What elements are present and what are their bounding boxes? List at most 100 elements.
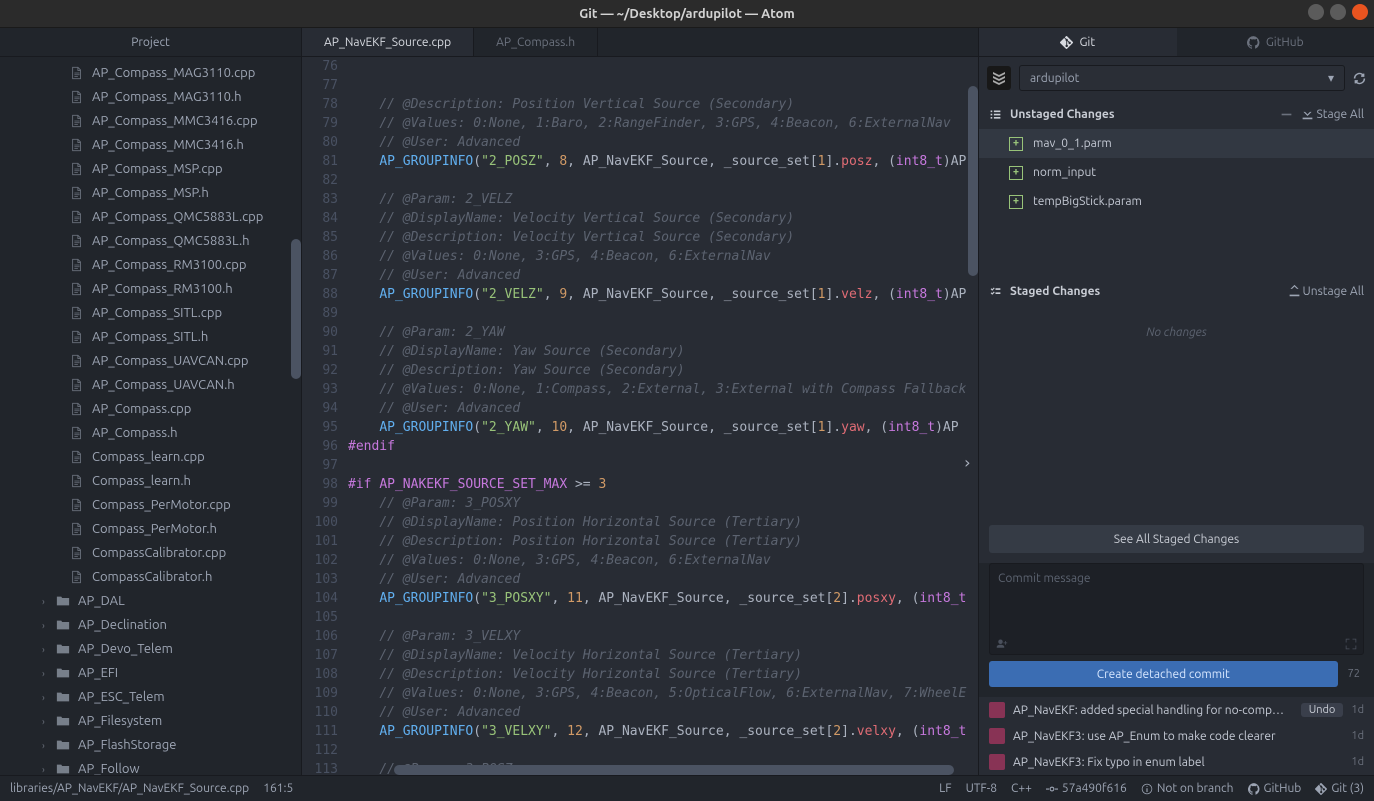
commit-age: 1d (1351, 704, 1364, 716)
recent-commit-item[interactable]: AP_NavEKF3: Fix typo in enum label1d (979, 749, 1374, 775)
add-coauthor-icon[interactable] (996, 638, 1008, 650)
minimize-button[interactable] (1308, 4, 1324, 20)
editor-tab[interactable]: AP_NavEKF_Source.cpp (302, 28, 474, 56)
tree-file-item[interactable]: Compass_PerMotor.cpp (0, 493, 301, 517)
tree-file-item[interactable]: AP_Compass_RM3100.h (0, 277, 301, 301)
tab-github[interactable]: GitHub (1177, 28, 1374, 56)
file-name: Compass_learn.cpp (92, 450, 205, 464)
tree-file-item[interactable]: AP_Compass_MAG3110.h (0, 85, 301, 109)
stage-all-button[interactable]: Stage All (1301, 107, 1364, 121)
file-tree[interactable]: AP_Compass_MAG3110.cppAP_Compass_MAG3110… (0, 57, 301, 775)
git-panel: Git GitHub ardupilot ▾ Unstaged Changes (978, 28, 1374, 775)
tree-file-item[interactable]: AP_Compass.cpp (0, 397, 301, 421)
sb-line-ending[interactable]: LF (939, 782, 951, 795)
file-icon (70, 162, 84, 176)
tree-file-item[interactable]: AP_Compass_SITL.cpp (0, 301, 301, 325)
folder-icon (56, 762, 70, 775)
editor-vertical-scrollbar[interactable] (968, 86, 978, 276)
file-name: AP_Compass_MSP.h (92, 186, 209, 200)
tree-file-item[interactable]: AP_Compass_RM3100.cpp (0, 253, 301, 277)
tree-file-item[interactable]: Compass_learn.h (0, 469, 301, 493)
sb-file-path[interactable]: libraries/AP_NavEKF/AP_NavEKF_Source.cpp (10, 782, 249, 795)
sb-language[interactable]: C++ (1011, 782, 1032, 795)
commit-message-input[interactable]: Commit message (989, 563, 1364, 655)
tree-file-item[interactable]: AP_Compass_MMC3416.cpp (0, 109, 301, 133)
folder-icon (56, 714, 70, 728)
unstaged-file[interactable]: +mav_0_1.parm (979, 129, 1374, 158)
tree-file-item[interactable]: AP_Compass_MMC3416.h (0, 133, 301, 157)
sb-commit-hash[interactable]: 57a490f616 (1046, 782, 1127, 795)
see-all-staged-button[interactable]: See All Staged Changes (989, 525, 1364, 553)
undo-button[interactable]: Undo (1301, 703, 1344, 717)
editor-horizontal-scrollbar[interactable] (394, 765, 954, 775)
tree-folder-item[interactable]: ›AP_Devo_Telem (0, 637, 301, 661)
unstage-all-button[interactable]: Unstage All (1288, 284, 1364, 298)
file-icon (70, 450, 84, 464)
commit-avatar (989, 702, 1005, 718)
tree-file-item[interactable]: AP_Compass_MSP.cpp (0, 157, 301, 181)
file-icon (70, 426, 84, 440)
file-name: AP_Compass_MMC3416.cpp (92, 114, 258, 128)
file-name: norm_input (1033, 166, 1096, 179)
file-name: AP_Compass_UAVCAN.cpp (92, 354, 249, 368)
tree-file-item[interactable]: AP_Compass_SITL.h (0, 325, 301, 349)
collapse-icon[interactable] (1280, 108, 1293, 121)
sb-cursor-position[interactable]: 161:5 (263, 782, 293, 795)
create-commit-button[interactable]: Create detached commit (989, 661, 1338, 687)
sb-git-count[interactable]: Git (3) (1315, 782, 1364, 795)
tree-scrollbar[interactable] (291, 57, 301, 775)
unstaged-file[interactable]: +norm_input (979, 158, 1374, 187)
tree-file-item[interactable]: AP_Compass_MSP.h (0, 181, 301, 205)
tree-file-item[interactable]: AP_Compass_UAVCAN.cpp (0, 349, 301, 373)
file-name: AP_Compass_SITL.h (92, 330, 208, 344)
recent-commit-item[interactable]: AP_NavEKF3: use AP_Enum to make code cle… (979, 723, 1374, 749)
sb-encoding[interactable]: UTF-8 (966, 782, 997, 795)
file-name: CompassCalibrator.cpp (92, 546, 226, 560)
tree-folder-item[interactable]: ›AP_Declination (0, 613, 301, 637)
close-button[interactable] (1352, 4, 1368, 20)
upload-icon (1288, 284, 1301, 297)
tree-file-item[interactable]: CompassCalibrator.cpp (0, 541, 301, 565)
expand-icon[interactable] (1345, 638, 1357, 650)
git-icon (1060, 36, 1073, 49)
file-name: AP_Compass_QMC5883L.h (92, 234, 250, 248)
file-name: AP_Compass_UAVCAN.h (92, 378, 235, 392)
tree-file-item[interactable]: CompassCalibrator.h (0, 565, 301, 589)
file-icon (70, 570, 84, 584)
status-bar: libraries/AP_NavEKF/AP_NavEKF_Source.cpp… (0, 775, 1374, 801)
recent-commit-item[interactable]: AP_NavEKF: added special handling for no… (979, 697, 1374, 723)
tree-file-item[interactable]: AP_Compass_UAVCAN.h (0, 373, 301, 397)
tree-folder-item[interactable]: ›AP_DAL (0, 589, 301, 613)
refresh-icon[interactable] (1353, 72, 1366, 85)
branch-selector[interactable]: ardupilot ▾ (1019, 65, 1345, 91)
code-editor[interactable]: 7677787980818283848586878889909192939495… (302, 57, 978, 775)
tree-file-item[interactable]: AP_Compass_MAG3110.cpp (0, 61, 301, 85)
tree-folder-item[interactable]: ›AP_FlashStorage (0, 733, 301, 757)
tree-file-item[interactable]: Compass_PerMotor.h (0, 517, 301, 541)
editor-tab[interactable]: AP_Compass.h (474, 28, 598, 56)
window-controls (1308, 4, 1368, 20)
tree-folder-item[interactable]: ›AP_Follow (0, 757, 301, 775)
tree-file-item[interactable]: Compass_learn.cpp (0, 445, 301, 469)
tab-git-label: Git (1079, 36, 1095, 49)
tree-file-item[interactable]: AP_Compass_QMC5883L.h (0, 229, 301, 253)
tree-scroll-thumb[interactable] (291, 239, 301, 379)
tree-folder-item[interactable]: ›AP_Filesystem (0, 709, 301, 733)
folder-name: AP_Devo_Telem (78, 642, 173, 656)
file-icon (70, 378, 84, 392)
unstaged-file[interactable]: +tempBigStick.param (979, 187, 1374, 216)
tree-folder-item[interactable]: ›AP_ESC_Telem (0, 685, 301, 709)
tab-git[interactable]: Git (979, 28, 1177, 56)
tree-file-item[interactable]: AP_Compass_QMC5883L.cpp (0, 205, 301, 229)
file-icon (70, 330, 84, 344)
tree-file-item[interactable]: AP_Compass.h (0, 421, 301, 445)
folder-icon (56, 690, 70, 704)
sb-github[interactable]: GitHub (1248, 782, 1302, 795)
file-icon (70, 522, 84, 536)
chevron-right-icon: › (42, 668, 50, 679)
maximize-button[interactable] (1330, 4, 1346, 20)
code-content[interactable]: // @Description: Position Vertical Sourc… (348, 57, 978, 775)
tree-folder-item[interactable]: ›AP_EFI (0, 661, 301, 685)
fold-chevron-icon[interactable]: › (960, 451, 974, 474)
sb-branch-status[interactable]: Not on branch (1141, 782, 1234, 795)
